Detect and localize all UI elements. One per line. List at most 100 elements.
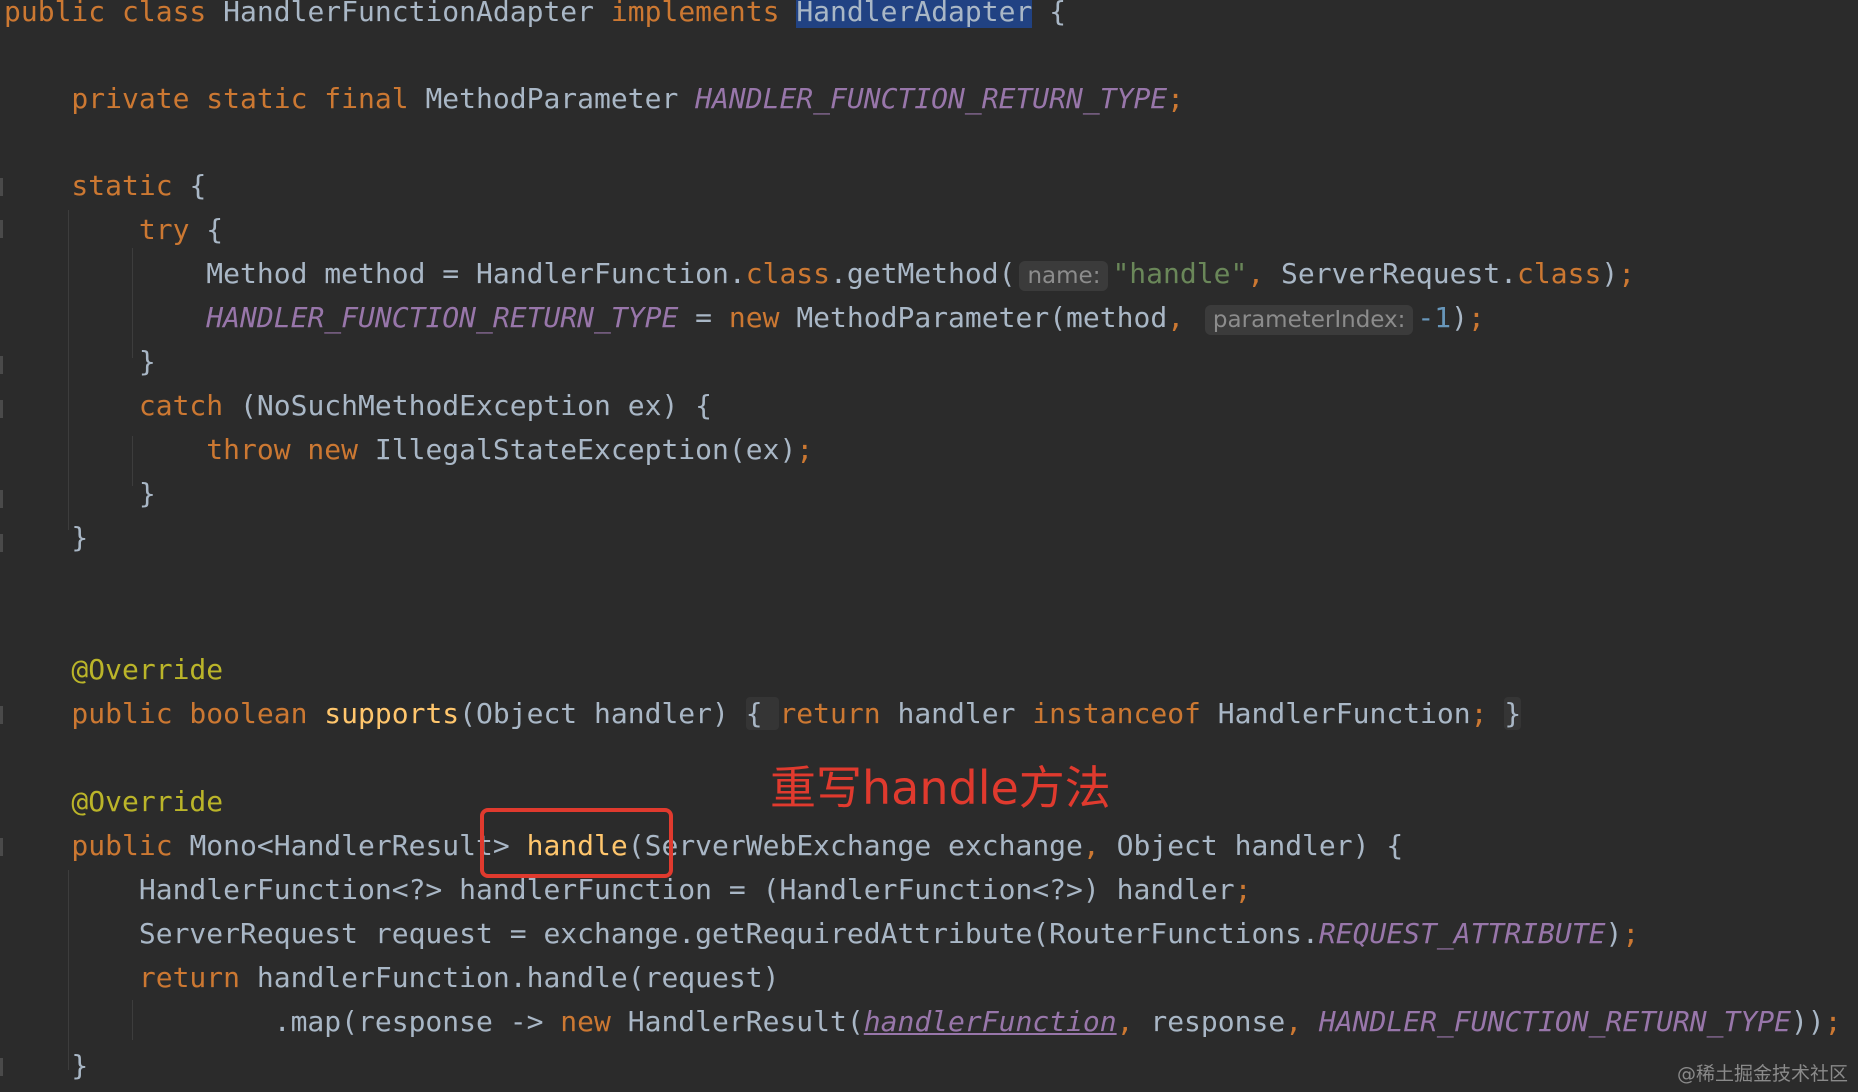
code-line[interactable]: try { [4,208,223,252]
code-token: ; [1468,301,1485,334]
code-token: ; [1167,82,1185,115]
code-line[interactable]: private static final MethodParameter HAN… [4,77,1184,121]
code-token: HANDLER_FUNCTION_RETURN_TYPE [1318,1005,1791,1038]
code-token: ) [1451,301,1468,334]
code-line[interactable]: catch (NoSuchMethodException ex) { [4,384,712,428]
code-token: HandlerFunctionAdapter [223,0,611,28]
code-token: handler [897,697,1033,730]
code-token: (NoSuchMethodException ex) { [240,389,713,422]
code-line[interactable]: @Override [4,780,223,824]
code-token: new [560,1005,628,1038]
fold-marker-icon[interactable] [0,400,3,418]
code-token: catch [4,389,241,422]
code-token: return [779,697,898,730]
code-token: ) [1605,917,1623,950]
code-line[interactable]: ServerRequest request = exchange.getRequ… [4,912,1639,956]
code-token: (Object handler) [459,697,746,730]
code-token: class [1517,257,1602,290]
code-token: HANDLER_FUNCTION_RETURN_TYPE [206,301,679,334]
code-token: , [1285,1005,1319,1038]
code-line[interactable]: } [4,516,88,560]
code-token: IllegalStateException(ex) [374,433,797,466]
code-token: return [4,961,257,994]
code-token: ; [1618,257,1636,290]
code-token: throw new [4,433,375,466]
code-token: handlerFunction.handle(request) [256,961,780,994]
fold-marker-icon[interactable] [0,356,3,374]
code-line[interactable]: public class HandlerFunctionAdapter impl… [4,0,1066,34]
code-token: { [745,697,780,730]
code-token: supports [324,697,460,730]
code-token: .map(response -> [4,1005,561,1038]
code-token: ) [1601,257,1619,290]
code-line[interactable]: public boolean supports(Object handler) … [4,692,1522,736]
fold-marker-icon[interactable] [0,490,3,508]
code-token: )) [1790,1005,1825,1038]
code-token: HANDLER_FUNCTION_RETURN_TYPE [695,82,1168,115]
code-token: MethodParameter [425,82,696,115]
code-token: try [4,213,207,246]
code-line[interactable]: } [4,340,156,384]
code-token: public class [4,0,224,28]
code-line[interactable]: throw new IllegalStateException(ex); [4,428,813,472]
code-line[interactable]: static { [4,164,206,208]
code-token: , [1247,257,1282,290]
code-token: handlerFunction [863,1005,1117,1038]
fold-marker-icon[interactable] [0,220,3,238]
code-token: .getMethod( [830,257,1016,290]
code-token: @Override [4,653,224,686]
code-token: REQUEST_ATTRIBUTE [1318,917,1606,950]
code-token: instanceof [1032,697,1218,730]
code-token: static [4,169,190,202]
code-token: ; [1622,917,1640,950]
code-token: ; [1824,1005,1842,1038]
fold-marker-icon[interactable] [0,838,3,856]
code-token: public [4,829,190,862]
code-token: ; [1470,697,1505,730]
code-token: HandlerResult( [627,1005,864,1038]
code-token: HandlerAdapter [796,0,1033,28]
code-token: -1 [1417,301,1452,334]
parameter-hint: name: [1019,261,1109,291]
code-token: = [678,301,729,334]
code-token: { [206,213,224,246]
code-token: , [1082,829,1117,862]
code-token: HandlerFunction [1217,697,1471,730]
code-token: public boolean [4,697,325,730]
code-token: , [1116,1005,1151,1038]
code-token: @Override [4,785,224,818]
code-line[interactable]: .map(response -> new HandlerResult(handl… [4,1000,1842,1044]
code-token: class [745,257,831,290]
fold-marker-icon[interactable] [0,534,3,552]
fold-marker-icon[interactable] [0,1058,3,1076]
code-token: , [1167,301,1201,334]
code-line[interactable]: return handlerFunction.handle(request) [4,956,780,1000]
code-line[interactable]: } [4,1044,88,1088]
code-token: private static final [4,82,426,115]
code-line[interactable]: } [4,472,156,516]
code-token: (ServerWebExchange exchange [627,829,1083,862]
code-token: implements [610,0,797,28]
code-token: } [4,521,89,554]
annotation-note: 重写handle方法 [770,761,1111,815]
code-token: } [1504,697,1522,730]
code-line[interactable]: HANDLER_FUNCTION_RETURN_TYPE = new Metho… [4,296,1485,340]
code-editor[interactable]: public class HandlerFunctionAdapter impl… [0,0,1858,1092]
fold-marker-icon[interactable] [0,178,3,196]
code-token: } [4,345,156,378]
code-token: Mono<HandlerResult> [189,829,527,862]
code-token: } [4,477,156,510]
code-line[interactable]: @Override [4,648,223,692]
code-token: { [189,169,207,202]
code-token: ServerRequest request = exchange.getRequ… [4,917,1319,950]
code-token: ServerRequest. [1281,257,1518,290]
code-line[interactable]: Method method = HandlerFunction.class.ge… [4,252,1635,296]
highlight-box [480,808,673,878]
code-token: { [1032,0,1067,28]
code-line[interactable]: public Mono<HandlerResult> handle(Server… [4,824,1403,868]
code-token: Object handler) { [1116,829,1404,862]
fold-marker-icon[interactable] [0,706,3,724]
code-token: ; [1234,873,1252,906]
parameter-hint: parameterIndex: [1204,305,1414,335]
